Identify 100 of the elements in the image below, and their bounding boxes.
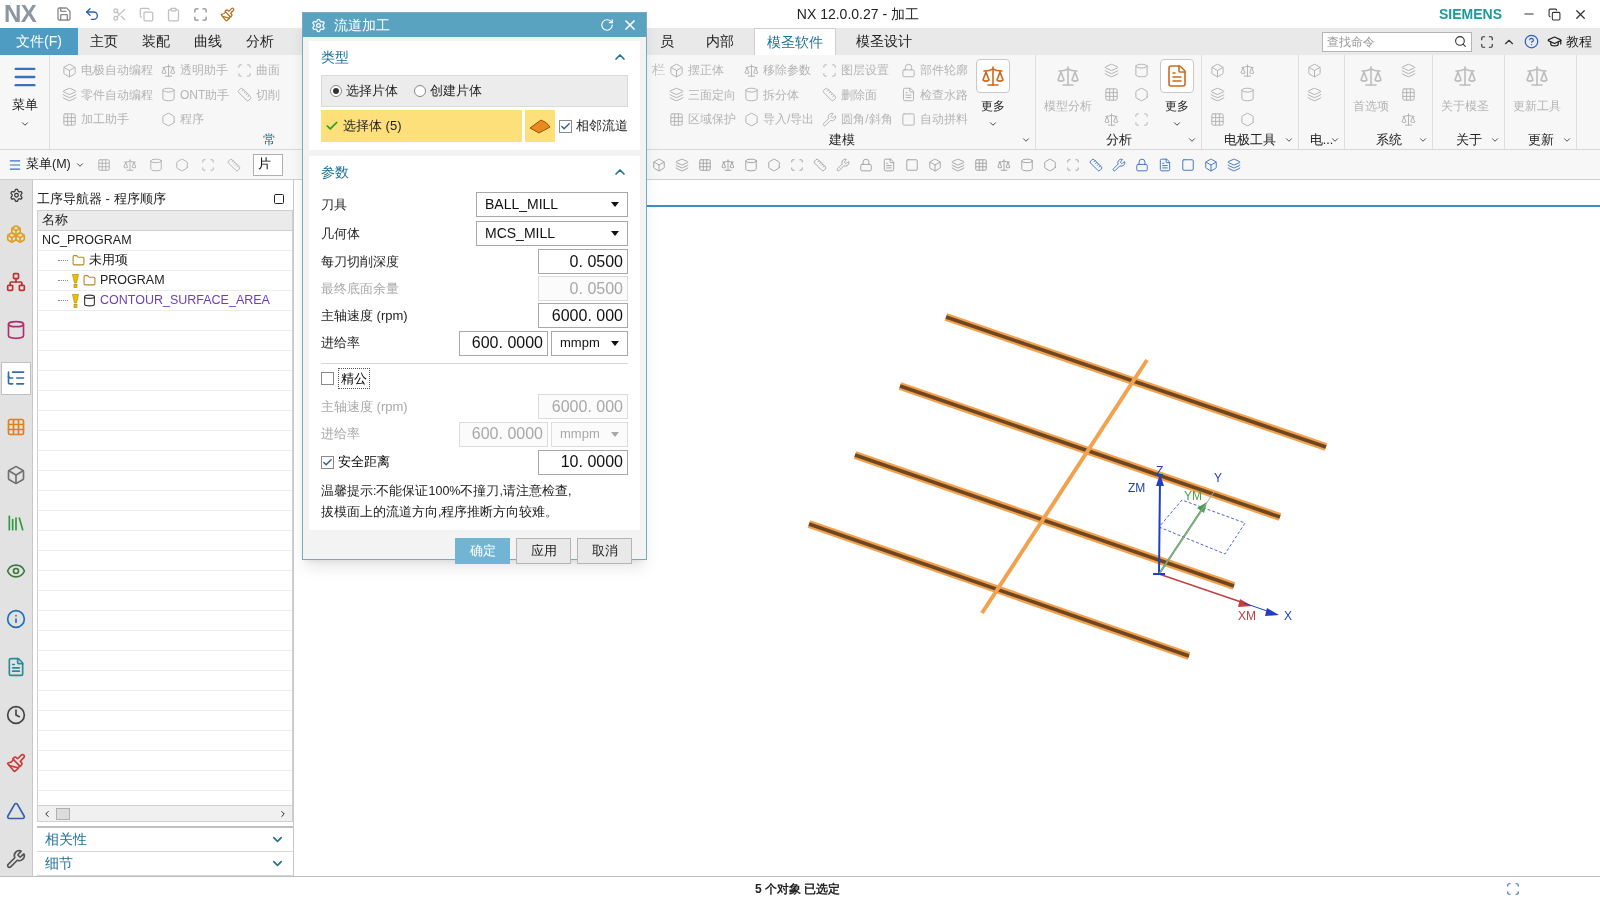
- restore-icon[interactable]: [1548, 7, 1561, 21]
- tree-item[interactable]: PROGRAM: [100, 271, 165, 290]
- copy-icon[interactable]: [139, 6, 155, 22]
- lock-icon: [1135, 157, 1149, 172]
- frame-icon[interactable]: [1480, 34, 1494, 49]
- tree-item[interactable]: NC_PROGRAM: [42, 231, 132, 250]
- tool-button[interactable]: [790, 157, 804, 172]
- tool-button[interactable]: [148, 157, 163, 172]
- tool-button[interactable]: [928, 157, 942, 172]
- scroll-thumb[interactable]: [56, 807, 70, 820]
- dropdown[interactable]: mmpm: [551, 330, 628, 356]
- tool-button[interactable]: [1158, 157, 1172, 172]
- tool-button[interactable]: [122, 157, 137, 172]
- tool-button[interactable]: [813, 157, 827, 172]
- tool-button[interactable]: [698, 157, 712, 172]
- checkbox[interactable]: [559, 119, 572, 133]
- caret-icon[interactable]: [1490, 135, 1500, 145]
- ribbon-tab[interactable]: 分析: [233, 28, 286, 55]
- ribbon-button[interactable]: 更多: [1156, 55, 1198, 131]
- tool-button[interactable]: [174, 157, 189, 172]
- settings-icon[interactable]: [8, 188, 24, 203]
- tool-button[interactable]: [1112, 157, 1126, 172]
- tool-button[interactable]: [1089, 157, 1103, 172]
- dropdown[interactable]: MCS_MILL: [476, 221, 628, 246]
- brush-icon[interactable]: [220, 6, 236, 22]
- clipboard-icon[interactable]: [166, 6, 182, 22]
- undo-icon[interactable]: [84, 6, 101, 22]
- tree-item[interactable]: 未用项: [89, 251, 128, 270]
- column-header[interactable]: 名称: [38, 211, 292, 231]
- search-field[interactable]: 查找命令: [1322, 31, 1472, 52]
- scroll-left-icon[interactable]: [42, 808, 52, 819]
- scissors-icon[interactable]: [112, 6, 128, 22]
- tool-button[interactable]: [997, 157, 1011, 172]
- caret-icon[interactable]: [1562, 135, 1572, 145]
- resource-tab[interactable]: [1, 361, 31, 396]
- tool-button[interactable]: [1181, 157, 1195, 172]
- ribbon-tab[interactable]: 员: [648, 28, 686, 55]
- number-field[interactable]: 600. 0000: [459, 330, 548, 356]
- radio-button[interactable]: [330, 85, 342, 97]
- ribbon-tab[interactable]: 文件(F): [0, 28, 78, 55]
- dialog-button[interactable]: 取消: [577, 537, 632, 564]
- tool-button[interactable]: [1043, 157, 1057, 172]
- number-field[interactable]: 0. 0500: [538, 249, 628, 274]
- tool-button[interactable]: [882, 157, 896, 172]
- tree-item[interactable]: CONTOUR_SURFACE_AREA: [100, 291, 270, 310]
- menu-button[interactable]: 菜单: [0, 55, 50, 149]
- tool-button[interactable]: [859, 157, 873, 172]
- dropdown[interactable]: BALL_MILL: [476, 192, 628, 217]
- tool-button[interactable]: [652, 157, 666, 172]
- dialog-button[interactable]: 应用: [516, 537, 571, 564]
- layers-icon: [1227, 157, 1241, 172]
- reset-icon[interactable]: [600, 18, 614, 32]
- ribbon-tab[interactable]: 内部: [694, 28, 746, 55]
- tool-button[interactable]: [1066, 157, 1080, 172]
- caret-icon[interactable]: [1330, 135, 1340, 145]
- menu-button[interactable]: 菜单(M): [8, 155, 85, 174]
- ribbon-tab[interactable]: 装配: [129, 28, 182, 55]
- tool-button[interactable]: [951, 157, 965, 172]
- tool-button[interactable]: [1227, 157, 1241, 172]
- number-field[interactable]: 10. 0000: [538, 449, 628, 475]
- tool-button[interactable]: [744, 157, 758, 172]
- filter-dropdown[interactable]: 片: [252, 153, 283, 176]
- caret-icon[interactable]: [1418, 135, 1428, 145]
- maximize-icon[interactable]: [273, 193, 285, 205]
- tool-button[interactable]: [96, 157, 111, 172]
- number-field[interactable]: 6000. 000: [538, 303, 628, 328]
- panel-header[interactable]: 相关性: [45, 829, 87, 850]
- ribbon-tab[interactable]: 模圣设计: [844, 28, 924, 55]
- help-icon[interactable]: [1524, 34, 1539, 49]
- tool-button[interactable]: [974, 157, 988, 172]
- selection-row[interactable]: 选择体 (5): [321, 110, 522, 142]
- ribbon-tab[interactable]: 模圣软件: [754, 28, 836, 55]
- tool-button[interactable]: [675, 157, 689, 172]
- checkbox[interactable]: [321, 455, 334, 469]
- panel-header[interactable]: 细节: [45, 853, 73, 874]
- tool-button[interactable]: [1135, 157, 1149, 172]
- tool-button[interactable]: [226, 157, 241, 172]
- ribbon-tab[interactable]: 主页: [77, 28, 130, 55]
- tool-button[interactable]: [905, 157, 919, 172]
- ribbon-button[interactable]: 更多: [971, 55, 1014, 131]
- caret-icon[interactable]: [1284, 135, 1294, 145]
- caret-icon[interactable]: [1021, 135, 1031, 145]
- checkbox[interactable]: [321, 372, 334, 385]
- ribbon-tab[interactable]: 曲线: [181, 28, 234, 55]
- radio-button[interactable]: [414, 85, 426, 97]
- tool-button[interactable]: [836, 157, 850, 172]
- frame-icon[interactable]: [1506, 881, 1520, 896]
- tool-button[interactable]: [1020, 157, 1034, 172]
- select-body-button[interactable]: [524, 110, 555, 142]
- scale-icon: [997, 157, 1011, 172]
- tool-button[interactable]: [1204, 157, 1218, 172]
- save-icon[interactable]: [56, 6, 73, 22]
- tool-button[interactable]: [767, 157, 781, 172]
- tutorial-button[interactable]: 教程: [1547, 31, 1592, 52]
- scrollbar[interactable]: [38, 805, 292, 821]
- axis-label: X: [1284, 609, 1292, 623]
- scroll-right-icon[interactable]: [278, 808, 288, 819]
- tool-button[interactable]: [200, 157, 215, 172]
- scale-icon: [1056, 64, 1080, 88]
- tool-button[interactable]: [721, 157, 735, 172]
